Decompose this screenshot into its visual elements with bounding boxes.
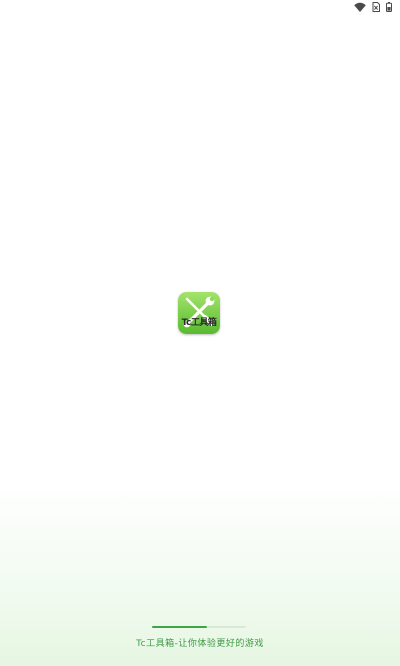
no-sim-icon: [372, 2, 380, 12]
app-icon-label: Tc工具箱: [181, 318, 217, 328]
status-bar: [0, 0, 400, 14]
loading-progress-bar: [152, 626, 246, 628]
status-icons: [354, 2, 392, 12]
loading-progress-fill: [152, 626, 207, 628]
tagline-text: Tc工具箱-让你体验更好的游戏: [136, 639, 264, 649]
wifi-icon: [354, 2, 366, 12]
splash-screen: Tc工具箱 Tc工具箱-让你体验更好的游戏: [0, 0, 400, 666]
app-icon: Tc工具箱: [178, 292, 220, 334]
battery-icon: [386, 2, 392, 12]
